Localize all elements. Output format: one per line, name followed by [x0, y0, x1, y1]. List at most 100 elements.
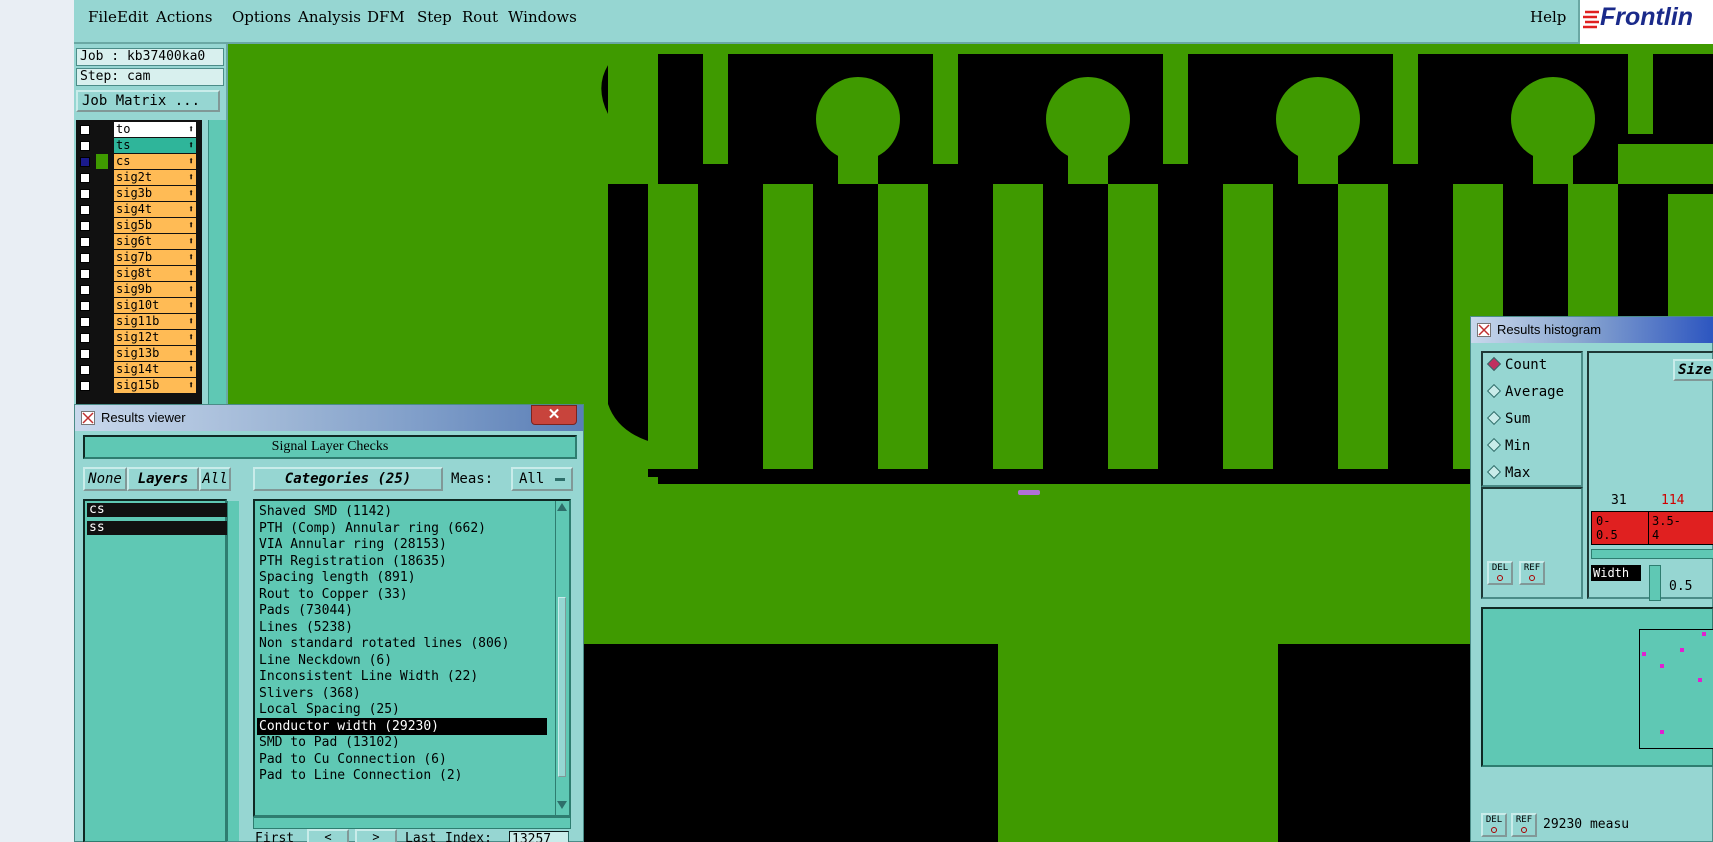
menu-dfm[interactable]: DFM — [367, 8, 405, 26]
width-scrollbar[interactable] — [1649, 565, 1661, 601]
radio-sum[interactable]: Sum — [1486, 410, 1530, 427]
layer-name[interactable]: sig13b ⬆ — [114, 346, 196, 361]
layer-color-swatch[interactable] — [96, 298, 108, 313]
radio-count[interactable]: Count — [1486, 356, 1547, 373]
layer-name[interactable]: sig2t ⬆ — [114, 170, 196, 185]
menu-step[interactable]: Step — [417, 8, 452, 26]
layer-checkbox[interactable] — [80, 173, 90, 183]
layer-name[interactable]: to ⬆ — [114, 122, 196, 137]
menu-rout[interactable]: Rout — [462, 8, 498, 26]
category-item[interactable]: Non standard rotated lines (806) — [257, 635, 547, 652]
layer-row-to[interactable]: to ⬆ — [76, 122, 202, 138]
category-item[interactable]: PTH (Comp) Annular ring (662) — [257, 520, 547, 537]
categories-scrollbar[interactable] — [555, 501, 569, 815]
layer-checkbox[interactable] — [80, 205, 90, 215]
layer-color-swatch[interactable] — [96, 346, 108, 361]
layer-row-sig2t[interactable]: sig2t ⬆ — [76, 170, 202, 186]
category-item[interactable]: Local Spacing (25) — [257, 701, 547, 718]
layer-name[interactable]: sig11b ⬆ — [114, 314, 196, 329]
layer-list-scrollbar[interactable] — [208, 120, 226, 412]
category-item[interactable]: Pads (73044) — [257, 602, 547, 619]
layer-name[interactable]: ts ⬆ — [114, 138, 196, 153]
layer-name[interactable]: sig15b ⬆ — [114, 378, 196, 393]
layer-color-swatch[interactable] — [96, 170, 108, 185]
layer-color-swatch[interactable] — [96, 122, 108, 137]
menu-actions[interactable]: Actions — [156, 8, 212, 26]
menu-file[interactable]: File — [88, 8, 117, 26]
layer-name[interactable]: sig8t ⬆ — [114, 266, 196, 281]
layer-color-swatch[interactable] — [96, 362, 108, 377]
layer-checkbox[interactable] — [80, 125, 90, 135]
list-item[interactable]: ss — [87, 521, 227, 535]
layer-row-sig12t[interactable]: sig12t ⬆ — [76, 330, 202, 346]
menu-edit[interactable]: Edit — [117, 8, 148, 26]
category-item[interactable]: Spacing length (891) — [257, 569, 547, 586]
layer-checkbox[interactable] — [80, 349, 90, 359]
close-button[interactable]: ✕ — [531, 405, 577, 425]
ref-button[interactable]: REF — [1511, 813, 1537, 837]
layer-color-swatch[interactable] — [96, 314, 108, 329]
layer-row-sig7b[interactable]: sig7b ⬆ — [76, 250, 202, 266]
job-matrix-button[interactable]: Job Matrix ... — [76, 90, 220, 112]
scroll-thumb[interactable] — [558, 597, 566, 777]
layer-row-sig10t[interactable]: sig10t ⬆ — [76, 298, 202, 314]
layer-row-sig14t[interactable]: sig14t ⬆ — [76, 362, 202, 378]
results-map-view[interactable] — [1481, 607, 1713, 767]
chart-hscrollbar[interactable] — [1591, 549, 1713, 559]
layer-row-ts[interactable]: ts ⬆ — [76, 138, 202, 154]
radio-max[interactable]: Max — [1486, 464, 1530, 481]
layers-button[interactable]: Layers — [127, 467, 199, 491]
category-item[interactable]: Shaved SMD (1142) — [257, 503, 547, 520]
histogram-bars[interactable]: 0- 0.5 3.5- 4 — [1591, 511, 1713, 545]
layer-name[interactable]: sig10t ⬆ — [114, 298, 196, 313]
categories-hscrollbar[interactable] — [253, 817, 571, 829]
layer-color-swatch[interactable] — [96, 378, 108, 393]
results-viewer-titlebar[interactable]: Results viewer ✕ — [75, 405, 583, 431]
layer-row-cs[interactable]: cs ⬆ — [76, 154, 202, 170]
list-item[interactable]: cs — [87, 503, 227, 517]
category-item[interactable]: Line Neckdown (6) — [257, 652, 547, 669]
layer-name[interactable]: sig3b ⬆ — [114, 186, 196, 201]
all-button[interactable]: All — [199, 467, 231, 491]
layer-checkbox[interactable] — [80, 189, 90, 199]
category-item[interactable]: Pad to Line Connection (2) — [257, 767, 547, 784]
index-field[interactable]: 13257 — [509, 831, 569, 842]
layer-checkbox[interactable] — [80, 317, 90, 327]
ref-button[interactable]: REF — [1519, 561, 1545, 585]
layer-row-sig5b[interactable]: sig5b ⬆ — [76, 218, 202, 234]
layer-color-swatch[interactable] — [96, 186, 108, 201]
layer-color-swatch[interactable] — [96, 202, 108, 217]
menu-analysis[interactable]: Analysis — [298, 8, 361, 26]
layer-name[interactable]: sig4t ⬆ — [114, 202, 196, 217]
categories-button[interactable]: Categories (25) — [253, 467, 443, 491]
layer-color-swatch[interactable] — [96, 250, 108, 265]
layer-name[interactable]: sig14t ⬆ — [114, 362, 196, 377]
layer-checkbox[interactable] — [80, 269, 90, 279]
layer-row-sig9b[interactable]: sig9b ⬆ — [76, 282, 202, 298]
layer-name[interactable]: sig6t ⬆ — [114, 234, 196, 249]
scroll-down-icon[interactable] — [557, 801, 567, 809]
category-item[interactable]: Pad to Cu Connection (6) — [257, 751, 547, 768]
layer-checkbox[interactable] — [80, 237, 90, 247]
layer-color-swatch[interactable] — [96, 234, 108, 249]
del-button[interactable]: DEL — [1487, 561, 1513, 585]
next-button[interactable]: > — [355, 829, 397, 842]
layer-row-sig11b[interactable]: sig11b ⬆ — [76, 314, 202, 330]
menu-options[interactable]: Options — [232, 8, 291, 26]
layer-checkbox[interactable] — [80, 365, 90, 375]
layer-checkbox[interactable] — [80, 141, 90, 151]
menu-windows[interactable]: Windows — [508, 8, 577, 26]
layer-checkbox[interactable] — [80, 253, 90, 263]
radio-min[interactable]: Min — [1486, 437, 1530, 454]
radio-average[interactable]: Average — [1486, 383, 1564, 400]
layer-row-sig15b[interactable]: sig15b ⬆ — [76, 378, 202, 394]
layer-name[interactable]: sig9b ⬆ — [114, 282, 196, 297]
layer-checkbox[interactable] — [80, 157, 90, 167]
category-item[interactable]: PTH Registration (18635) — [257, 553, 547, 570]
del-button[interactable]: DEL — [1481, 813, 1507, 837]
layer-checkbox[interactable] — [80, 301, 90, 311]
layer-name[interactable]: sig7b ⬆ — [114, 250, 196, 265]
size-button[interactable]: Size — [1673, 359, 1713, 381]
layer-color-swatch[interactable] — [96, 282, 108, 297]
category-item[interactable]: Slivers (368) — [257, 685, 547, 702]
